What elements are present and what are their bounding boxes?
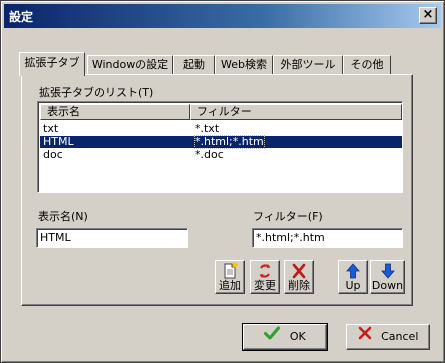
tab-label: 拡張子タブ <box>24 56 80 69</box>
tab-label: Windowの設定 <box>91 58 169 71</box>
move-up-button[interactable]: Up <box>338 260 368 294</box>
row-filter: *.doc <box>195 148 224 161</box>
tab-label: その他 <box>350 58 384 71</box>
tab-web-search[interactable]: Web検索 <box>215 55 273 75</box>
row-filter: *.txt <box>195 122 220 135</box>
ok-button[interactable]: OK <box>242 323 328 351</box>
tab-label: 起動 <box>183 58 205 71</box>
list-row-selected[interactable]: HTML *.html;*.htm <box>40 135 402 149</box>
filter-input[interactable]: *.html;*.htm <box>252 228 403 248</box>
tab-other[interactable]: その他 <box>343 55 391 75</box>
column-header-filter[interactable]: フィルター <box>190 104 402 120</box>
change-label: 変更 <box>254 279 276 292</box>
refresh-icon <box>251 262 279 280</box>
up-label: Up <box>345 279 361 292</box>
cancel-x-icon <box>358 325 372 349</box>
close-icon: × <box>422 7 434 22</box>
change-button[interactable]: 変更 <box>250 260 280 294</box>
extension-list[interactable]: 表示名 フィルター txt *.txt HTML *.html;*.htm do… <box>37 101 403 193</box>
settings-dialog: 設定 × 拡張子タブ Windowの設定 起動 Web検索 外部ツール その他 … <box>0 0 445 363</box>
title-bar[interactable]: 設定 × <box>4 4 441 28</box>
delete-button[interactable]: 削除 <box>284 260 314 294</box>
column-header-name[interactable]: 表示名 <box>40 104 190 120</box>
list-label: 拡張子タブのリスト(T) <box>39 86 154 99</box>
arrow-up-icon <box>339 262 367 280</box>
close-button[interactable]: × <box>419 7 437 24</box>
delete-label: 削除 <box>288 279 310 292</box>
row-name: txt <box>43 122 59 135</box>
move-down-button[interactable]: Down <box>370 260 405 294</box>
list-row[interactable]: txt *.txt <box>40 123 402 135</box>
list-row[interactable]: doc *.doc <box>40 149 402 161</box>
tab-window-settings[interactable]: Windowの設定 <box>87 55 173 75</box>
row-name: HTML <box>43 135 74 148</box>
tab-extension[interactable]: 拡張子タブ <box>19 52 85 76</box>
row-name: doc <box>43 148 63 161</box>
arrow-down-icon <box>371 262 404 280</box>
tab-label: 外部ツール <box>280 58 336 71</box>
tab-label: Web検索 <box>221 58 267 71</box>
tab-external-tools[interactable]: 外部ツール <box>273 55 343 75</box>
checkmark-icon <box>264 325 281 349</box>
cancel-label: Cancel <box>381 330 419 343</box>
window-title: 設定 <box>9 10 34 24</box>
tab-startup[interactable]: 起動 <box>173 55 215 75</box>
delete-x-icon <box>285 262 313 280</box>
list-header: 表示名 フィルター <box>40 104 402 120</box>
add-button[interactable]: 追加 <box>215 260 245 294</box>
down-label: Down <box>371 279 404 292</box>
filter-field-label: フィルター(F) <box>253 210 323 223</box>
name-field-label: 表示名(N) <box>38 210 88 223</box>
new-document-icon <box>216 262 244 280</box>
name-input[interactable]: HTML <box>36 228 188 248</box>
row-filter: *.html;*.htm <box>194 135 265 149</box>
add-label: 追加 <box>219 279 241 292</box>
cancel-button[interactable]: Cancel <box>346 324 430 350</box>
ok-label: OK <box>289 330 306 343</box>
